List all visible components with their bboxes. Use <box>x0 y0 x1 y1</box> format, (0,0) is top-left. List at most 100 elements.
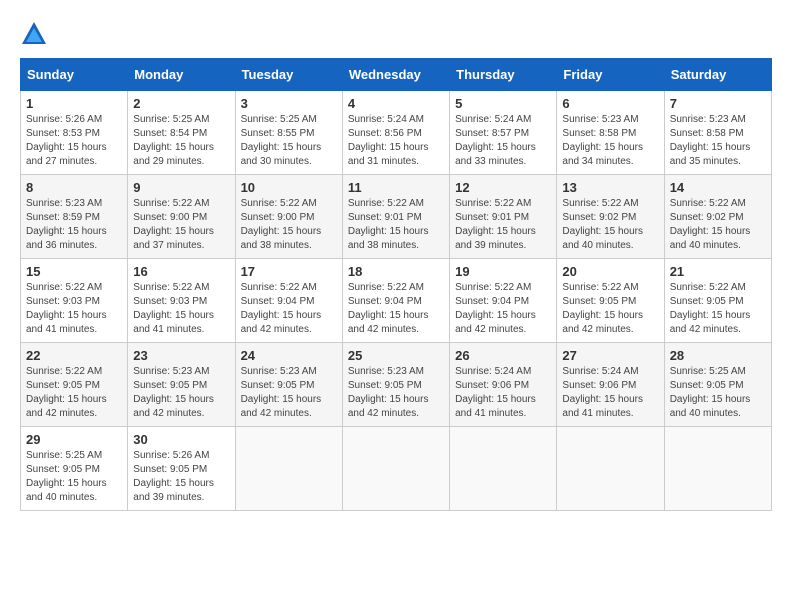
day-detail: Sunrise: 5:23 AMSunset: 9:05 PMDaylight:… <box>241 365 337 421</box>
calendar-cell: 7 Sunrise: 5:23 AMSunset: 8:58 PMDayligh… <box>664 91 771 175</box>
day-number: 19 <box>455 264 551 279</box>
calendar-cell: 24 Sunrise: 5:23 AMSunset: 9:05 PMDaylig… <box>235 343 342 427</box>
column-header-tuesday: Tuesday <box>235 59 342 91</box>
day-detail: Sunrise: 5:22 AMSunset: 9:03 PMDaylight:… <box>26 281 122 337</box>
day-number: 24 <box>241 348 337 363</box>
day-detail: Sunrise: 5:22 AMSunset: 9:01 PMDaylight:… <box>455 197 551 253</box>
calendar-cell: 18 Sunrise: 5:22 AMSunset: 9:04 PMDaylig… <box>342 259 449 343</box>
day-detail: Sunrise: 5:22 AMSunset: 9:05 PMDaylight:… <box>26 365 122 421</box>
day-number: 21 <box>670 264 766 279</box>
calendar-cell: 4 Sunrise: 5:24 AMSunset: 8:56 PMDayligh… <box>342 91 449 175</box>
day-number: 3 <box>241 96 337 111</box>
day-number: 15 <box>26 264 122 279</box>
day-detail: Sunrise: 5:22 AMSunset: 9:03 PMDaylight:… <box>133 281 229 337</box>
calendar-cell: 10 Sunrise: 5:22 AMSunset: 9:00 PMDaylig… <box>235 175 342 259</box>
day-detail: Sunrise: 5:25 AMSunset: 9:05 PMDaylight:… <box>26 449 122 505</box>
calendar-cell <box>664 427 771 511</box>
calendar-cell: 28 Sunrise: 5:25 AMSunset: 9:05 PMDaylig… <box>664 343 771 427</box>
logo-icon <box>20 20 48 48</box>
column-header-thursday: Thursday <box>450 59 557 91</box>
day-number: 16 <box>133 264 229 279</box>
day-number: 14 <box>670 180 766 195</box>
day-number: 30 <box>133 432 229 447</box>
day-number: 13 <box>562 180 658 195</box>
calendar-cell: 16 Sunrise: 5:22 AMSunset: 9:03 PMDaylig… <box>128 259 235 343</box>
day-number: 8 <box>26 180 122 195</box>
calendar-cell <box>450 427 557 511</box>
calendar-cell: 12 Sunrise: 5:22 AMSunset: 9:01 PMDaylig… <box>450 175 557 259</box>
day-number: 29 <box>26 432 122 447</box>
day-number: 2 <box>133 96 229 111</box>
day-detail: Sunrise: 5:22 AMSunset: 9:00 PMDaylight:… <box>241 197 337 253</box>
day-number: 26 <box>455 348 551 363</box>
day-detail: Sunrise: 5:22 AMSunset: 9:05 PMDaylight:… <box>670 281 766 337</box>
day-number: 6 <box>562 96 658 111</box>
calendar-cell <box>342 427 449 511</box>
day-detail: Sunrise: 5:24 AMSunset: 9:06 PMDaylight:… <box>455 365 551 421</box>
calendar-cell: 21 Sunrise: 5:22 AMSunset: 9:05 PMDaylig… <box>664 259 771 343</box>
calendar-cell: 26 Sunrise: 5:24 AMSunset: 9:06 PMDaylig… <box>450 343 557 427</box>
day-number: 10 <box>241 180 337 195</box>
day-detail: Sunrise: 5:23 AMSunset: 8:59 PMDaylight:… <box>26 197 122 253</box>
logo <box>20 20 52 48</box>
calendar-cell: 3 Sunrise: 5:25 AMSunset: 8:55 PMDayligh… <box>235 91 342 175</box>
calendar-cell: 5 Sunrise: 5:24 AMSunset: 8:57 PMDayligh… <box>450 91 557 175</box>
calendar-cell <box>557 427 664 511</box>
day-detail: Sunrise: 5:26 AMSunset: 8:53 PMDaylight:… <box>26 113 122 169</box>
day-detail: Sunrise: 5:24 AMSunset: 8:56 PMDaylight:… <box>348 113 444 169</box>
day-number: 20 <box>562 264 658 279</box>
day-number: 4 <box>348 96 444 111</box>
day-number: 12 <box>455 180 551 195</box>
day-number: 17 <box>241 264 337 279</box>
day-detail: Sunrise: 5:24 AMSunset: 9:06 PMDaylight:… <box>562 365 658 421</box>
calendar-cell: 1 Sunrise: 5:26 AMSunset: 8:53 PMDayligh… <box>21 91 128 175</box>
column-header-sunday: Sunday <box>21 59 128 91</box>
calendar-cell: 27 Sunrise: 5:24 AMSunset: 9:06 PMDaylig… <box>557 343 664 427</box>
day-detail: Sunrise: 5:22 AMSunset: 9:01 PMDaylight:… <box>348 197 444 253</box>
day-number: 25 <box>348 348 444 363</box>
column-header-monday: Monday <box>128 59 235 91</box>
day-detail: Sunrise: 5:24 AMSunset: 8:57 PMDaylight:… <box>455 113 551 169</box>
calendar-cell: 17 Sunrise: 5:22 AMSunset: 9:04 PMDaylig… <box>235 259 342 343</box>
column-header-saturday: Saturday <box>664 59 771 91</box>
day-detail: Sunrise: 5:23 AMSunset: 8:58 PMDaylight:… <box>562 113 658 169</box>
day-detail: Sunrise: 5:23 AMSunset: 8:58 PMDaylight:… <box>670 113 766 169</box>
day-number: 11 <box>348 180 444 195</box>
day-detail: Sunrise: 5:25 AMSunset: 8:55 PMDaylight:… <box>241 113 337 169</box>
day-detail: Sunrise: 5:22 AMSunset: 9:04 PMDaylight:… <box>455 281 551 337</box>
day-detail: Sunrise: 5:22 AMSunset: 9:02 PMDaylight:… <box>562 197 658 253</box>
day-number: 9 <box>133 180 229 195</box>
header <box>20 20 772 48</box>
day-number: 22 <box>26 348 122 363</box>
calendar-cell: 20 Sunrise: 5:22 AMSunset: 9:05 PMDaylig… <box>557 259 664 343</box>
calendar-cell: 23 Sunrise: 5:23 AMSunset: 9:05 PMDaylig… <box>128 343 235 427</box>
day-number: 1 <box>26 96 122 111</box>
day-detail: Sunrise: 5:23 AMSunset: 9:05 PMDaylight:… <box>348 365 444 421</box>
day-detail: Sunrise: 5:25 AMSunset: 8:54 PMDaylight:… <box>133 113 229 169</box>
day-detail: Sunrise: 5:22 AMSunset: 9:02 PMDaylight:… <box>670 197 766 253</box>
calendar-cell: 19 Sunrise: 5:22 AMSunset: 9:04 PMDaylig… <box>450 259 557 343</box>
calendar-cell: 15 Sunrise: 5:22 AMSunset: 9:03 PMDaylig… <box>21 259 128 343</box>
calendar: SundayMondayTuesdayWednesdayThursdayFrid… <box>20 58 772 511</box>
day-number: 28 <box>670 348 766 363</box>
day-number: 7 <box>670 96 766 111</box>
calendar-cell: 11 Sunrise: 5:22 AMSunset: 9:01 PMDaylig… <box>342 175 449 259</box>
calendar-cell: 22 Sunrise: 5:22 AMSunset: 9:05 PMDaylig… <box>21 343 128 427</box>
calendar-cell: 14 Sunrise: 5:22 AMSunset: 9:02 PMDaylig… <box>664 175 771 259</box>
calendar-cell: 30 Sunrise: 5:26 AMSunset: 9:05 PMDaylig… <box>128 427 235 511</box>
day-detail: Sunrise: 5:22 AMSunset: 9:04 PMDaylight:… <box>348 281 444 337</box>
day-number: 18 <box>348 264 444 279</box>
day-detail: Sunrise: 5:26 AMSunset: 9:05 PMDaylight:… <box>133 449 229 505</box>
calendar-cell: 8 Sunrise: 5:23 AMSunset: 8:59 PMDayligh… <box>21 175 128 259</box>
day-number: 27 <box>562 348 658 363</box>
day-detail: Sunrise: 5:22 AMSunset: 9:05 PMDaylight:… <box>562 281 658 337</box>
calendar-cell: 13 Sunrise: 5:22 AMSunset: 9:02 PMDaylig… <box>557 175 664 259</box>
calendar-cell: 6 Sunrise: 5:23 AMSunset: 8:58 PMDayligh… <box>557 91 664 175</box>
column-header-friday: Friday <box>557 59 664 91</box>
calendar-cell: 2 Sunrise: 5:25 AMSunset: 8:54 PMDayligh… <box>128 91 235 175</box>
day-detail: Sunrise: 5:22 AMSunset: 9:04 PMDaylight:… <box>241 281 337 337</box>
calendar-cell: 9 Sunrise: 5:22 AMSunset: 9:00 PMDayligh… <box>128 175 235 259</box>
day-number: 5 <box>455 96 551 111</box>
calendar-cell: 25 Sunrise: 5:23 AMSunset: 9:05 PMDaylig… <box>342 343 449 427</box>
day-number: 23 <box>133 348 229 363</box>
